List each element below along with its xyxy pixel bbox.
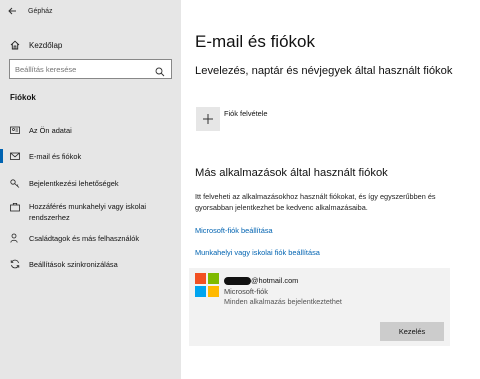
- sidebar-item-label: Családtagok és más felhasználók: [29, 234, 140, 243]
- mail-icon: [10, 152, 20, 160]
- sidebar-item-your-info[interactable]: Az Ön adatai: [0, 124, 181, 136]
- manage-button[interactable]: Kezelés: [380, 322, 444, 341]
- home-label: Kezdőlap: [29, 40, 63, 50]
- account-type: Microsoft-fiók: [224, 287, 268, 296]
- sidebar-item-sync-settings[interactable]: Beállítások szinkronizálása: [0, 258, 181, 270]
- settings-search[interactable]: [9, 59, 172, 79]
- window-title: Gépház: [28, 7, 53, 15]
- key-icon: [10, 179, 20, 188]
- home-icon: [10, 40, 20, 50]
- sidebar-item-label: Bejelentkezési lehetőségek: [29, 179, 119, 188]
- account-email: @hotmail.com: [224, 276, 298, 285]
- search-icon[interactable]: [155, 64, 165, 82]
- sidebar: [0, 0, 181, 379]
- account-email-domain: @hotmail.com: [251, 276, 299, 285]
- sidebar-item-label: Az Ön adatai: [29, 126, 72, 135]
- redacted-name: [224, 276, 251, 285]
- sidebar-item-label: Beállítások szinkronizálása: [29, 260, 118, 269]
- section-title-accounts: Fiókok: [10, 93, 36, 102]
- title-bar: Gépház: [0, 0, 181, 22]
- link-add-work-school-account[interactable]: Munkahelyi vagy iskolai fiók beállítása: [195, 248, 320, 257]
- sidebar-item-sign-in-options[interactable]: Bejelentkezési lehetőségek: [0, 177, 181, 189]
- sidebar-item-work-school-access[interactable]: Hozzáférés munkahelyi vagy iskolai rends…: [0, 199, 181, 223]
- sidebar-item-label: Hozzáférés munkahelyi vagy iskolai rends…: [29, 202, 147, 222]
- link-add-microsoft-account[interactable]: Microsoft-fiók beállítása: [195, 226, 273, 235]
- briefcase-icon: [10, 203, 20, 212]
- section-description: Itt felveheti az alkalmazásokhoz használ…: [195, 192, 436, 212]
- add-account-button[interactable]: [196, 107, 220, 131]
- search-input[interactable]: [15, 64, 145, 74]
- selection-indicator: [0, 149, 3, 163]
- people-icon: [10, 233, 18, 243]
- section-heading-other-apps: Más alkalmazások által használt fiókok: [195, 167, 388, 179]
- account-description: Minden alkalmazás bejelentkeztethet: [224, 297, 342, 306]
- back-arrow-icon: [7, 7, 16, 15]
- back-button[interactable]: [0, 0, 24, 22]
- person-card-icon: [10, 126, 20, 134]
- sidebar-item-label: E-mail és fiókok: [29, 152, 82, 161]
- add-account-label[interactable]: Fiók felvétele: [224, 109, 268, 118]
- page-title: E-mail és fiókok: [195, 32, 315, 51]
- sync-icon: [10, 259, 20, 269]
- microsoft-logo-icon: [195, 273, 219, 297]
- plus-icon: [203, 114, 213, 124]
- sidebar-item-family-other-users[interactable]: Családtagok és más felhasználók: [0, 232, 181, 244]
- home-link[interactable]: Kezdőlap: [10, 39, 62, 51]
- sidebar-item-email-accounts[interactable]: E-mail és fiókok: [0, 149, 181, 163]
- section-heading-mail-accounts: Levelezés, naptár és névjegyek által has…: [195, 65, 453, 77]
